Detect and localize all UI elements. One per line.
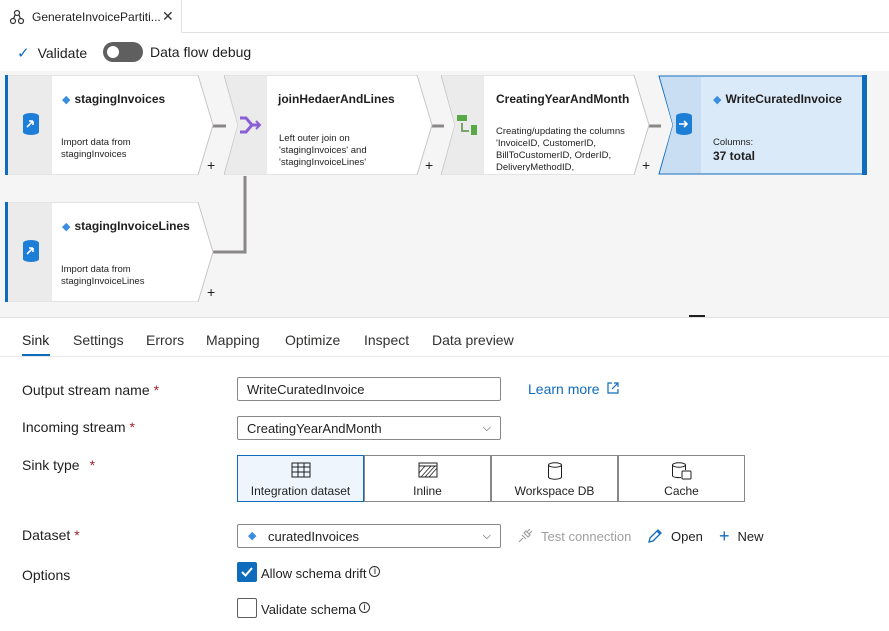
- node-description: Creating/updating the columns 'InvoiceID…: [496, 126, 625, 171]
- database-icon: [676, 113, 692, 135]
- plus-icon: +: [719, 526, 730, 546]
- checkmark-icon: [241, 567, 253, 577]
- columns-count: 37 total: [713, 149, 756, 163]
- tab-sink[interactable]: Sink: [22, 332, 49, 348]
- tab-title: GenerateInvoicePartiti...: [32, 10, 161, 24]
- allow-schema-drift-label: Allow schema drift i: [261, 566, 381, 581]
- derived-column-icon: [457, 115, 477, 135]
- node-description: Left outer join on 'stagingInvoices' and…: [279, 133, 367, 168]
- validate-button[interactable]: ✓ Validate: [17, 44, 87, 62]
- dataset-icon: ◆: [248, 530, 257, 542]
- active-tab-indicator: [22, 354, 50, 356]
- sink-type-cache[interactable]: Cache: [618, 455, 745, 502]
- new-dataset-button[interactable]: + New: [719, 526, 764, 546]
- node-title: ◆ WriteCuratedInvoice: [713, 92, 842, 106]
- database-icon: [547, 462, 562, 480]
- dataset-select[interactable]: ◆ curatedInvoices ⌵: [237, 524, 501, 548]
- inline-hatch-icon: [418, 462, 437, 478]
- sink-type-inline[interactable]: Inline: [364, 455, 491, 502]
- incoming-stream-select[interactable]: CreatingYearAndMonth ⌵: [237, 416, 501, 440]
- output-stream-name-input[interactable]: WriteCuratedInvoice: [237, 377, 501, 401]
- dataflow-tab[interactable]: GenerateInvoicePartiti... ✕: [0, 0, 182, 33]
- tab-errors[interactable]: Errors: [146, 332, 184, 348]
- add-transform-button[interactable]: +: [207, 284, 215, 300]
- chevron-down-icon: ⌵: [482, 422, 491, 434]
- table-icon: [291, 462, 310, 478]
- add-transform-button[interactable]: +: [642, 157, 650, 173]
- learn-more-link[interactable]: Learn more: [528, 381, 620, 397]
- open-dataset-button[interactable]: Open: [647, 528, 703, 544]
- node-title: joinHedaerAndLines: [278, 92, 395, 106]
- document-tab-strip: GenerateInvoicePartiti... ✕: [0, 0, 889, 33]
- node-title: ◆ stagingInvoiceLines: [62, 219, 190, 233]
- tab-inspect[interactable]: Inspect: [364, 332, 409, 348]
- database-icon: [23, 240, 39, 262]
- join-icon: [240, 116, 262, 134]
- tab-data-preview[interactable]: Data preview: [432, 332, 514, 348]
- test-connection-button[interactable]: Test connection: [517, 528, 631, 544]
- properties-tabs: Sink Settings Errors Mapping Optimize In…: [0, 319, 889, 357]
- info-icon[interactable]: i: [359, 602, 371, 613]
- source-node-staging-invoices[interactable]: ◆ stagingInvoices Import data from stagin…: [5, 75, 217, 175]
- data-flow-canvas[interactable]: ◆ stagingInvoices Import data from stagin…: [0, 71, 889, 318]
- node-title: ◆ stagingInvoices: [62, 92, 166, 106]
- tab-mapping[interactable]: Mapping: [206, 332, 260, 348]
- dataset-icon: ◆: [62, 93, 71, 106]
- tab-settings[interactable]: Settings: [73, 332, 124, 348]
- panel-resize-handle[interactable]: [689, 315, 705, 317]
- output-stream-label: Output stream name *: [22, 382, 160, 398]
- columns-label: Columns:: [713, 137, 754, 148]
- dataset-label: Dataset *: [22, 527, 80, 543]
- external-link-icon: [607, 382, 620, 394]
- incoming-stream-label: Incoming stream *: [22, 419, 135, 435]
- close-icon[interactable]: ✕: [162, 8, 174, 25]
- options-label: Options: [22, 567, 71, 583]
- node-description: Import data from stagingInvoices: [61, 137, 131, 160]
- pencil-icon: [648, 529, 662, 543]
- plug-icon: [518, 528, 533, 543]
- info-icon[interactable]: i: [369, 566, 381, 577]
- validate-schema-checkbox[interactable]: [237, 598, 257, 618]
- sink-type-label: Sink type *: [22, 457, 96, 473]
- sink-type-workspace-db[interactable]: Workspace DB: [491, 455, 618, 502]
- toolbar: ✓ Validate Data flow debug: [0, 33, 889, 71]
- derived-column-node[interactable]: CreatingYearAndMonth Creating/updating t…: [441, 75, 653, 175]
- node-title: CreatingYearAndMonth: [496, 92, 630, 106]
- validate-label: Validate: [37, 45, 88, 61]
- toggle-knob: [107, 46, 119, 58]
- validate-schema-label: Validate schema i: [261, 602, 371, 617]
- database-icon: [23, 113, 39, 135]
- dataflow-icon: [9, 9, 25, 25]
- join-node[interactable]: joinHedaerAndLines Left outer join on 's…: [224, 75, 436, 175]
- add-transform-button[interactable]: +: [425, 157, 433, 173]
- cache-icon: [671, 462, 691, 480]
- dataset-icon: ◆: [713, 93, 722, 106]
- checkmark-icon: ✓: [17, 45, 30, 62]
- dataset-icon: ◆: [62, 220, 71, 233]
- sink-type-integration-dataset[interactable]: Integration dataset: [237, 455, 364, 502]
- source-node-staging-invoice-lines[interactable]: ◆ stagingInvoiceLines Import data from st…: [5, 202, 217, 302]
- add-transform-button[interactable]: +: [207, 157, 215, 173]
- sink-node-write-curated-invoice[interactable]: ◆ WriteCuratedInvoice Columns: 37 total: [658, 75, 868, 175]
- data-flow-debug-toggle[interactable]: [103, 42, 143, 62]
- node-description: Import data from stagingInvoiceLines: [61, 264, 145, 287]
- data-flow-debug-label: Data flow debug: [150, 44, 252, 60]
- allow-schema-drift-checkbox[interactable]: [237, 562, 257, 582]
- chevron-down-icon: ⌵: [482, 530, 491, 542]
- tab-optimize[interactable]: Optimize: [285, 332, 340, 348]
